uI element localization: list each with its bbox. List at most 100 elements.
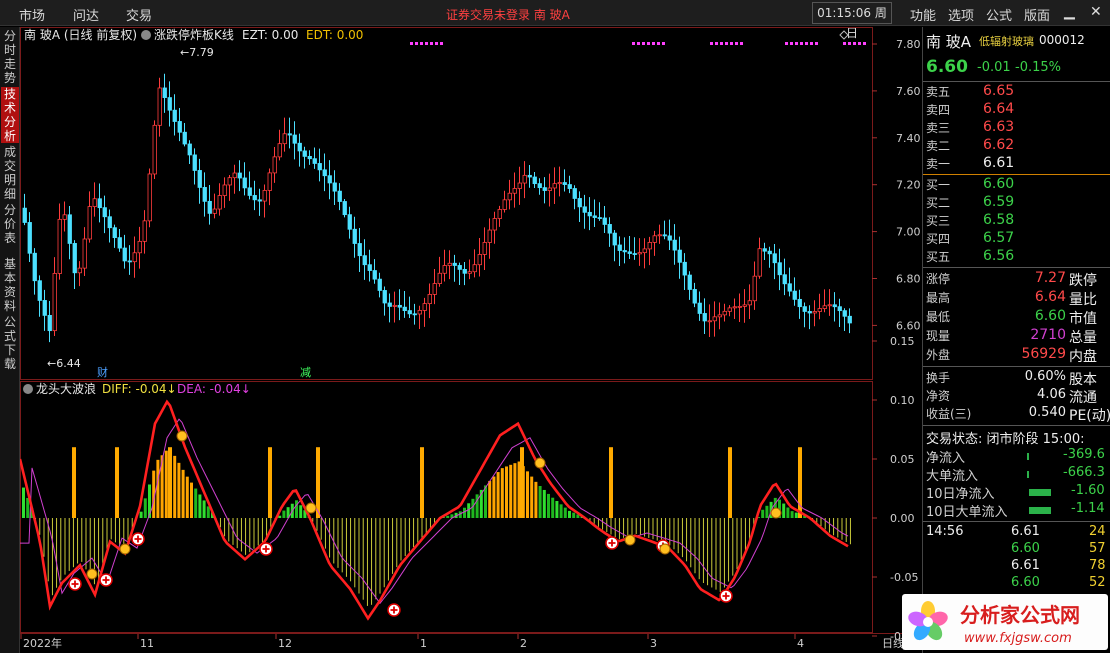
stat-value-1: 6.64 <box>1034 289 1066 305</box>
stat-label-2: 最低 <box>926 310 951 324</box>
side-tab-4[interactable]: 基本资料 <box>1 257 19 313</box>
candle-body <box>672 239 677 251</box>
candle-body <box>417 310 422 315</box>
candle-body <box>157 87 162 126</box>
candle-body <box>517 182 522 189</box>
candle-body <box>402 306 407 311</box>
top-dot-marker <box>657 42 660 45</box>
candle-body <box>172 109 177 122</box>
fund-value-net_asset: 4.06 <box>1037 387 1066 402</box>
candle-body <box>237 172 242 179</box>
hist-bar-positive <box>446 515 450 518</box>
candle-body <box>332 182 337 192</box>
chart-area[interactable]: 7.80 7.60 7.40 7.20 7.00 6.80 6.60 南 玻A (日线 前复权… <box>20 27 922 653</box>
candle-body <box>602 217 607 225</box>
hist-bar-positive <box>190 482 193 518</box>
stat-label-3: 现量 <box>926 329 951 343</box>
hist-bar-positive <box>505 466 508 518</box>
candle-body <box>752 275 757 302</box>
candle-body <box>597 217 602 219</box>
top-dot-marker <box>730 42 733 45</box>
hist-bar-positive <box>559 504 563 518</box>
top-dot-marker <box>848 42 851 45</box>
hist-bar-positive <box>513 463 517 518</box>
menu-formula[interactable]: 公式 <box>986 5 1012 24</box>
candle-body <box>342 201 347 216</box>
signal-bar <box>728 447 732 518</box>
candle-body <box>77 267 82 274</box>
side-tab-5[interactable]: 公式下载 <box>1 315 19 371</box>
sell-ball-icon <box>119 543 131 555</box>
flow-value-2: -1.60 <box>1071 483 1105 498</box>
hist-bar-positive <box>555 501 559 518</box>
top-dot-marker <box>425 42 428 45</box>
menu-options[interactable]: 选项 <box>948 5 974 24</box>
side-tab-3[interactable]: 分价表 <box>1 203 19 245</box>
top-dot-marker <box>440 42 443 45</box>
candle-body <box>832 304 837 308</box>
menu-market[interactable]: 市场 <box>19 5 45 24</box>
side-tab-0[interactable]: 分时走势 <box>1 29 19 85</box>
candle-body <box>737 305 742 308</box>
hist-bar-positive <box>185 476 189 518</box>
ask-label-1: 卖四 <box>926 103 951 117</box>
hist-bar-positive <box>295 500 298 518</box>
side-tab-bar: 分时走势技术分析成交明细分价表基本资料公式下载 <box>0 27 20 653</box>
top-dot-marker <box>642 42 645 45</box>
tick-vol-2: 78 <box>1089 558 1106 573</box>
trade-state: 交易状态: 闭市阶段 15:00: <box>926 432 1085 447</box>
top-dot-marker <box>435 42 438 45</box>
candle-body <box>407 310 412 315</box>
hist-bar-positive <box>164 450 168 518</box>
fund-value-turnover: 0.60% <box>1024 369 1066 384</box>
flow-bar-0 <box>1027 453 1029 460</box>
top-dot-marker <box>810 42 813 45</box>
candle-body <box>777 262 782 276</box>
candle-body <box>682 261 687 276</box>
hist-bar-positive <box>488 480 492 518</box>
menu-layout[interactable]: 版面 <box>1024 5 1050 24</box>
close-icon[interactable]: ✕ <box>1090 4 1102 20</box>
stock-code: 000012 <box>1039 33 1085 47</box>
signal-bar <box>268 447 272 518</box>
main-y-tick-0: 7.80 <box>896 38 921 51</box>
top-dot-marker <box>662 42 665 45</box>
side-tab-2[interactable]: 成交明细 <box>1 145 19 201</box>
candle-body <box>107 216 112 229</box>
sub-y-tick-3: 0.00 <box>890 512 915 525</box>
candle-body <box>467 271 472 274</box>
side-tab-1[interactable]: 技术分析 <box>1 87 19 143</box>
signal-bar <box>420 447 424 518</box>
price-change-pct: -0.15% <box>1015 60 1061 75</box>
ask-price-0: 6.65 <box>983 83 1015 99</box>
tick-vol-1: 57 <box>1089 541 1106 556</box>
candle-body <box>367 264 372 271</box>
fund-label-eps: 收益(三) <box>926 407 972 421</box>
tick-price-2: 6.61 <box>1011 558 1040 573</box>
login-notice[interactable]: 证券交易未登录 南 玻A <box>446 6 570 23</box>
candle-body <box>537 183 542 189</box>
hist-bar-positive <box>463 507 466 518</box>
candle-body <box>572 188 577 199</box>
main-y-tick-4: 7.00 <box>896 226 921 239</box>
bid-price-4: 6.56 <box>983 248 1015 264</box>
candle-body <box>742 304 747 307</box>
menu-ask[interactable]: 问达 <box>73 5 99 24</box>
menu-trade[interactable]: 交易 <box>126 5 152 24</box>
sell-ball-icon <box>176 430 188 442</box>
hist-bar-positive <box>782 503 786 518</box>
logo-text: 分析家公式网 <box>960 603 1080 627</box>
minimize-icon[interactable]: ▁ <box>1064 4 1075 20</box>
candle-body <box>702 313 707 322</box>
stat-label-4: 外盘 <box>926 348 951 362</box>
ask-label-3: 卖二 <box>926 139 951 153</box>
candle-body <box>687 274 692 290</box>
hist-bar-positive <box>492 476 496 518</box>
tick-price-3: 6.60 <box>1011 575 1040 590</box>
candle-body <box>772 253 777 264</box>
candle-body <box>22 207 27 223</box>
bid-price-1: 6.59 <box>983 194 1015 210</box>
top-dot-marker <box>710 42 713 45</box>
hist-bar-positive <box>538 485 542 518</box>
menu-function[interactable]: 功能 <box>910 5 936 24</box>
